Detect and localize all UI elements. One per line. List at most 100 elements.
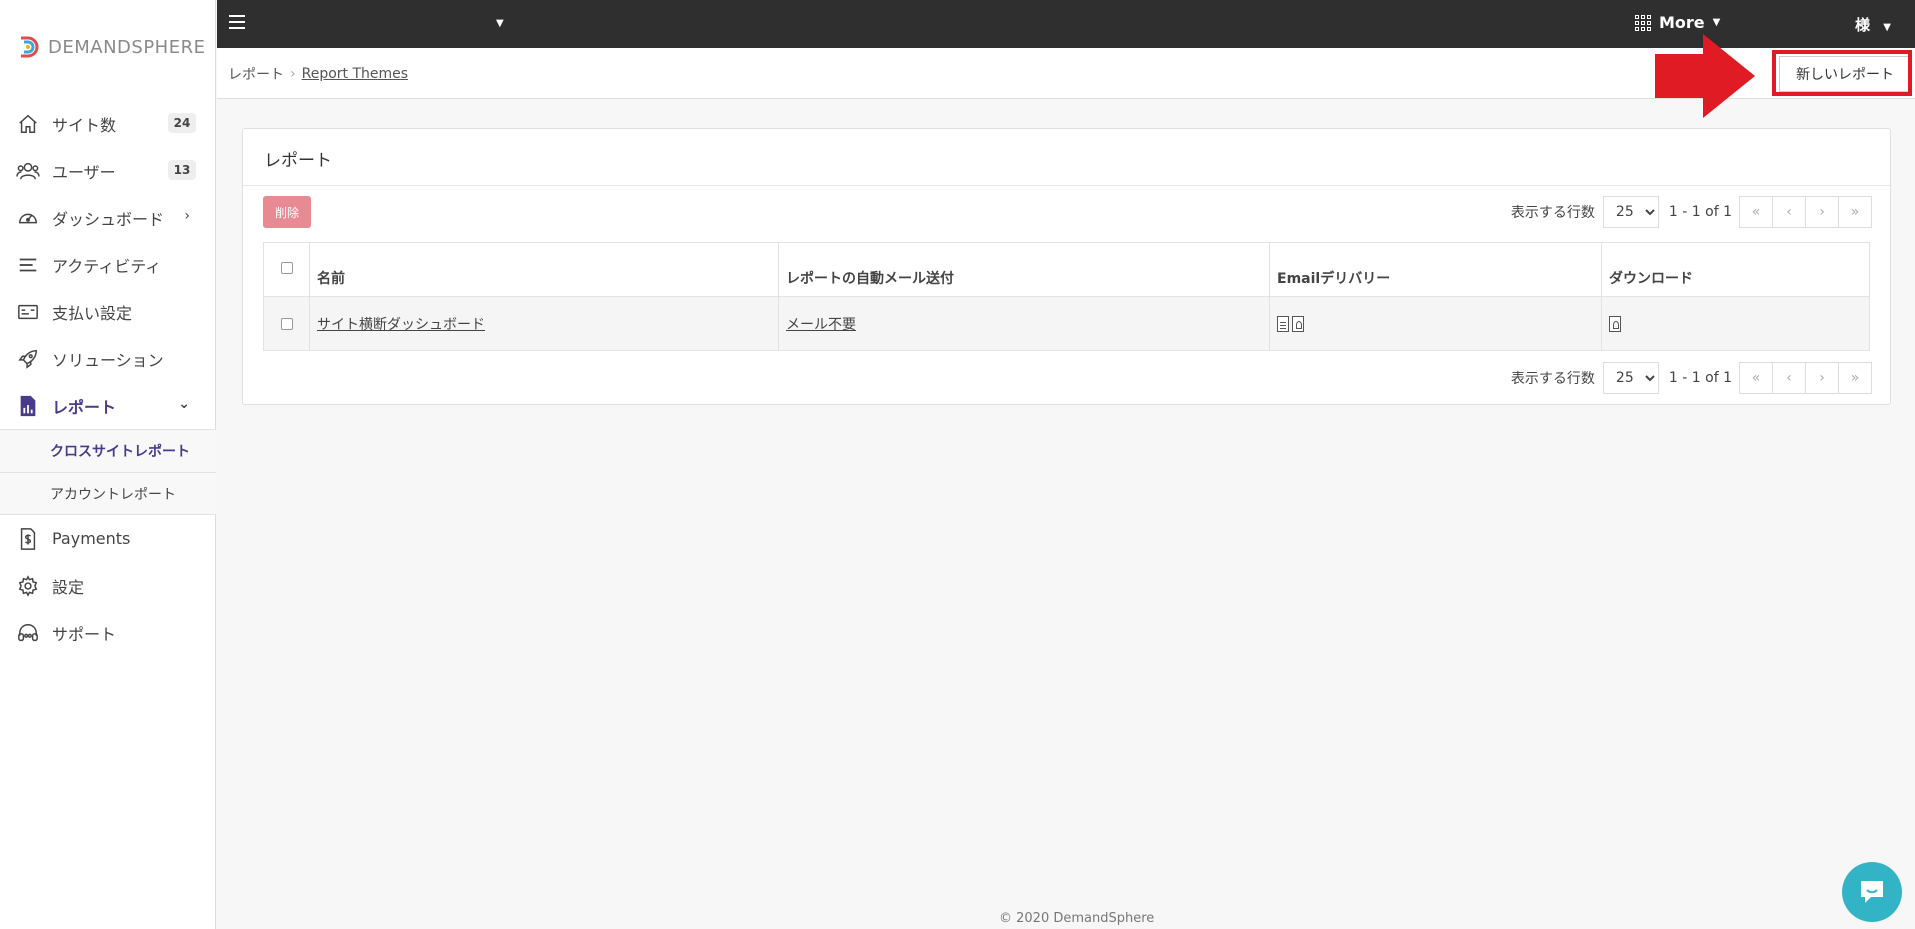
first-page-icon[interactable]: « bbox=[1739, 196, 1773, 228]
reports-subnav: クロスサイトレポート アカウントレポート bbox=[0, 429, 216, 515]
sidebar-item-settings[interactable]: 設定 bbox=[0, 562, 216, 609]
pagination-bottom: 表示する行数 25 1 - 1 of 1 « ‹ › » bbox=[1511, 362, 1872, 394]
reports-table: 名前 レポートの自動メール送付 Emailデリバリー ダウンロード サイト横断ダ… bbox=[263, 242, 1870, 351]
gauge-icon bbox=[16, 206, 40, 230]
delete-button[interactable]: 削除 bbox=[263, 196, 311, 228]
caret-down-icon: ▼ bbox=[1883, 22, 1891, 33]
sidebar-item-label: サポート bbox=[52, 624, 117, 644]
site-selector-caret-icon[interactable]: ▼ bbox=[496, 18, 504, 29]
document-icon[interactable] bbox=[1277, 315, 1289, 332]
users-icon bbox=[16, 159, 40, 183]
apps-grid-icon bbox=[1635, 14, 1651, 31]
sidebar-nav: サイト数 24 ユーザー 13 ダッシュボード › アクティビティ 支払い設定 … bbox=[0, 100, 216, 656]
sidebar-item-users[interactable]: ユーザー 13 bbox=[0, 147, 216, 194]
breadcrumb-bar: レポート › Report Themes 新しいレポート bbox=[217, 48, 1915, 99]
more-label: More bbox=[1659, 13, 1705, 32]
sidebar-item-label: ダッシュボード bbox=[52, 209, 165, 229]
receipt-icon bbox=[16, 527, 40, 551]
select-all-cell bbox=[263, 242, 310, 297]
headset-icon bbox=[16, 621, 40, 645]
column-header-auto-email[interactable]: レポートの自動メール送付 bbox=[778, 242, 1270, 297]
chevron-right-icon: › bbox=[184, 208, 190, 224]
sidebar-subitem-cross-site-report[interactable]: クロスサイトレポート bbox=[0, 430, 216, 472]
download-cell bbox=[1601, 296, 1870, 351]
page-range-text: 1 - 1 of 1 bbox=[1668, 370, 1732, 386]
sidebar: DEMANDSPHERE サイト数 24 ユーザー 13 ダッシュボード › ア… bbox=[0, 0, 216, 929]
home-icon bbox=[16, 112, 40, 136]
auto-email-cell: メール不要 bbox=[778, 296, 1270, 351]
breadcrumb-root: レポート bbox=[228, 67, 284, 83]
select-all-checkbox[interactable] bbox=[280, 262, 293, 274]
sidebar-item-label: アクティビティ bbox=[52, 256, 162, 276]
breadcrumb-link-report-themes[interactable]: Report Themes bbox=[302, 66, 408, 82]
last-page-icon[interactable]: » bbox=[1838, 196, 1872, 228]
new-report-button[interactable]: 新しいレポート bbox=[1779, 56, 1911, 92]
prev-page-icon[interactable]: ‹ bbox=[1772, 196, 1806, 228]
row-checkbox[interactable] bbox=[280, 317, 293, 330]
top-bar: ▼ More ▼ 様 ▼ bbox=[217, 0, 1915, 48]
list-icon bbox=[16, 253, 40, 277]
table-header-row: 名前 レポートの自動メール送付 Emailデリバリー ダウンロード bbox=[263, 242, 1870, 297]
chevron-right-icon: › bbox=[290, 66, 296, 82]
sidebar-item-label: ソリューション bbox=[52, 350, 164, 370]
rows-per-page-select[interactable]: 25 bbox=[1602, 362, 1659, 394]
rows-per-page-label: 表示する行数 bbox=[1510, 205, 1595, 221]
user-name: 様 bbox=[1855, 16, 1871, 34]
rows-per-page-label: 表示する行数 bbox=[1510, 371, 1595, 387]
column-header-name[interactable]: 名前 bbox=[309, 242, 779, 297]
menu-icon[interactable] bbox=[229, 15, 245, 29]
last-page-icon[interactable]: » bbox=[1838, 362, 1872, 394]
sidebar-item-solutions[interactable]: ソリューション bbox=[0, 335, 216, 382]
report-card: レポート 削除 表示する行数 25 1 - 1 of 1 « ‹ › » 名前 … bbox=[242, 128, 1891, 405]
table-row: サイト横断ダッシュボード メール不要 bbox=[263, 296, 1870, 351]
card-icon bbox=[16, 300, 40, 324]
footer-copyright: © 2020 DemandSphere bbox=[999, 911, 1155, 926]
email-delivery-cell bbox=[1269, 296, 1602, 351]
caret-down-icon: ▼ bbox=[1712, 17, 1721, 28]
more-menu-button[interactable]: More ▼ bbox=[1635, 13, 1720, 32]
sidebar-subitem-label: クロスサイトレポート bbox=[50, 444, 190, 460]
sidebar-item-reports[interactable]: レポート ⌄ bbox=[0, 382, 216, 429]
user-menu-button[interactable]: 様 ▼ bbox=[1855, 14, 1891, 35]
first-page-icon[interactable]: « bbox=[1739, 362, 1773, 394]
sidebar-item-payments[interactable]: Payments bbox=[0, 515, 216, 562]
gear-icon bbox=[16, 574, 40, 598]
chevron-down-icon: ⌄ bbox=[178, 396, 190, 412]
pdf-icon[interactable] bbox=[1292, 315, 1304, 332]
sidebar-item-label: 設定 bbox=[52, 577, 85, 597]
chat-button[interactable] bbox=[1842, 862, 1902, 922]
chat-bubble-icon bbox=[1861, 881, 1883, 903]
next-page-icon[interactable]: › bbox=[1805, 362, 1839, 394]
row-select-cell bbox=[263, 296, 310, 351]
pdf-download-icon[interactable] bbox=[1609, 315, 1621, 332]
sidebar-subitem-account-report[interactable]: アカウントレポート bbox=[0, 472, 216, 514]
users-count-badge: 13 bbox=[168, 160, 196, 180]
card-title: レポート bbox=[243, 129, 1890, 186]
column-header-email-delivery[interactable]: Emailデリバリー bbox=[1269, 242, 1602, 297]
breadcrumb: レポート › Report Themes bbox=[228, 64, 408, 84]
next-page-icon[interactable]: › bbox=[1805, 196, 1839, 228]
page-range-text: 1 - 1 of 1 bbox=[1668, 204, 1732, 220]
logo-icon bbox=[16, 35, 40, 59]
pagination-top: 表示する行数 25 1 - 1 of 1 « ‹ › » bbox=[1511, 196, 1872, 228]
sidebar-item-label: レポート bbox=[52, 397, 117, 417]
column-header-download[interactable]: ダウンロード bbox=[1601, 242, 1870, 297]
rocket-icon bbox=[16, 347, 40, 371]
prev-page-icon[interactable]: ‹ bbox=[1772, 362, 1806, 394]
sidebar-item-label: 支払い設定 bbox=[52, 303, 133, 323]
sites-count-badge: 24 bbox=[168, 113, 196, 133]
sidebar-item-dashboard[interactable]: ダッシュボード › bbox=[0, 194, 216, 241]
sidebar-item-label: Payments bbox=[52, 529, 131, 548]
sidebar-item-sites[interactable]: サイト数 24 bbox=[0, 100, 216, 147]
brand-name: DEMANDSPHERE bbox=[48, 36, 206, 58]
report-icon bbox=[16, 394, 40, 418]
report-name-link[interactable]: サイト横断ダッシュボード bbox=[317, 317, 485, 333]
rows-per-page-select[interactable]: 25 bbox=[1602, 196, 1659, 228]
sidebar-item-billing[interactable]: 支払い設定 bbox=[0, 288, 216, 335]
logo[interactable]: DEMANDSPHERE bbox=[16, 34, 205, 60]
sidebar-subitem-label: アカウントレポート bbox=[50, 486, 176, 503]
auto-email-link[interactable]: メール不要 bbox=[786, 317, 856, 333]
sidebar-item-activity[interactable]: アクティビティ bbox=[0, 241, 216, 288]
sidebar-item-support[interactable]: サポート bbox=[0, 609, 216, 656]
report-name-cell: サイト横断ダッシュボード bbox=[309, 296, 779, 351]
